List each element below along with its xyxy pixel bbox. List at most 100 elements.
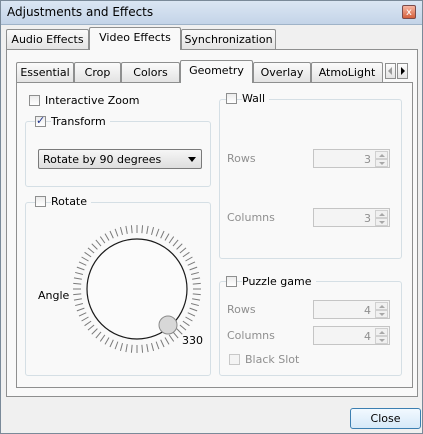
dial-knob[interactable] <box>158 315 178 335</box>
puzzle-checkbox[interactable] <box>226 276 237 287</box>
dial-tick <box>95 239 102 247</box>
dial-tick <box>76 266 85 271</box>
dial-tick <box>81 316 89 322</box>
dial-tick <box>87 324 95 331</box>
tab-audio-effects[interactable]: Audio Effects <box>6 29 89 49</box>
spin-up-icon[interactable] <box>375 302 388 310</box>
wall-columns-label: Columns <box>227 211 275 224</box>
tab-synchronization[interactable]: Synchronization <box>181 29 276 49</box>
dial-tick <box>146 344 149 353</box>
tab-colors[interactable]: Colors <box>121 62 180 82</box>
dial-tick <box>151 227 155 236</box>
spin-down-icon[interactable] <box>375 159 388 167</box>
dial-tick <box>179 247 187 254</box>
dial-tick <box>91 328 98 335</box>
dial-tick <box>84 320 92 327</box>
angle-label: Angle <box>38 289 70 302</box>
wall-label: Wall <box>242 92 270 105</box>
dial-tick <box>87 247 95 254</box>
dial-tick <box>164 233 170 241</box>
spin-down-icon[interactable] <box>375 336 388 344</box>
spin-up-icon[interactable] <box>375 328 388 336</box>
dial-tick <box>168 334 175 342</box>
spin-up-icon[interactable] <box>375 210 388 218</box>
dial-tick <box>109 339 114 348</box>
dial-tick <box>182 251 190 258</box>
spin-down-icon[interactable] <box>375 218 388 226</box>
dial-tick <box>168 236 175 244</box>
tab-geometry[interactable]: Geometry <box>180 60 253 83</box>
interactive-zoom-label: Interactive Zoom <box>45 94 140 107</box>
transform-type-select[interactable]: Rotate by 90 degrees <box>38 149 202 169</box>
dial-tick <box>172 331 179 339</box>
wall-rows-label: Rows <box>227 152 256 165</box>
title-bar[interactable]: Adjustments and Effects x <box>1 1 422 25</box>
black-slot-checkbox[interactable] <box>229 354 240 365</box>
close-window-icon[interactable]: x <box>402 5 416 19</box>
geometry-pane: Interactive Zoom Transform Rotate by 90 … <box>16 82 413 388</box>
wall-columns-spinbox[interactable]: 3 <box>313 208 390 227</box>
dial-tick <box>130 225 133 234</box>
dial-tick <box>185 316 193 322</box>
wall-columns-value: 3 <box>364 212 371 225</box>
spin-down-icon[interactable] <box>375 310 388 318</box>
black-slot-label: Black Slot <box>245 353 300 366</box>
wall-checkbox[interactable] <box>226 93 237 104</box>
adjustments-window: Adjustments and Effects x Audio Effects … <box>0 0 423 434</box>
dial-tick <box>99 236 106 244</box>
window-title: Adjustments and Effects <box>7 5 154 19</box>
dial-tick <box>151 342 155 351</box>
dial-tick <box>190 303 199 307</box>
video-effects-pane: Essential Crop Colors Geometry Overlay A… <box>6 49 418 397</box>
puzzle-columns-spinbox[interactable]: 4 <box>313 326 390 345</box>
puzzle-columns-label: Columns <box>227 329 275 342</box>
dial-tick <box>176 243 183 250</box>
dial-tick <box>192 277 201 280</box>
dial-tick <box>160 230 165 239</box>
dial-tick <box>99 334 106 342</box>
dial-tick <box>91 243 98 250</box>
dial-tick <box>81 256 89 262</box>
rotate-label: Rotate <box>51 195 92 208</box>
dial-tick <box>76 307 85 312</box>
dial-tick <box>104 233 110 241</box>
dial-tick <box>73 298 82 301</box>
tab-atmolight[interactable]: AtmoLight <box>311 62 383 82</box>
dial-tick <box>78 312 87 317</box>
puzzle-rows-spinbox[interactable]: 4 <box>313 300 390 319</box>
puzzle-columns-value: 4 <box>364 330 371 343</box>
dial-tick <box>119 342 123 351</box>
dial-tick <box>75 271 84 275</box>
wall-rows-value: 3 <box>364 153 371 166</box>
dial-tick <box>114 341 119 350</box>
chevron-down-icon <box>188 157 196 162</box>
puzzle-rows-value: 4 <box>364 304 371 317</box>
dial-tick <box>172 239 179 247</box>
transform-checkbox[interactable] <box>35 114 46 127</box>
dial-tick <box>84 251 92 258</box>
spin-up-icon[interactable] <box>375 151 388 159</box>
tab-crop[interactable]: Crop <box>74 62 121 82</box>
tab-essential[interactable]: Essential <box>16 62 74 82</box>
close-button[interactable]: Close <box>350 408 421 429</box>
dial-tick <box>185 256 193 262</box>
tab-scroll-right-icon[interactable] <box>397 63 408 79</box>
transform-label: Transform <box>51 115 110 128</box>
dial-tick <box>164 337 170 345</box>
tab-scroll-left-icon[interactable] <box>385 63 396 79</box>
puzzle-label: Puzzle game <box>242 275 316 288</box>
dial-tick <box>104 337 110 345</box>
dial-tick <box>95 331 102 339</box>
dial-tick <box>73 277 82 280</box>
wall-rows-spinbox[interactable]: 3 <box>313 149 390 168</box>
rotate-checkbox[interactable] <box>35 196 46 207</box>
dial-tick <box>182 320 190 327</box>
dial-tick <box>73 282 82 285</box>
dial-tick <box>114 228 119 237</box>
dial-tick <box>73 293 82 296</box>
dial-tick <box>125 344 128 353</box>
tab-overlay[interactable]: Overlay <box>253 62 311 82</box>
tab-video-effects[interactable]: Video Effects <box>89 27 181 50</box>
interactive-zoom-checkbox[interactable] <box>29 95 40 106</box>
dial-tick <box>125 225 128 234</box>
